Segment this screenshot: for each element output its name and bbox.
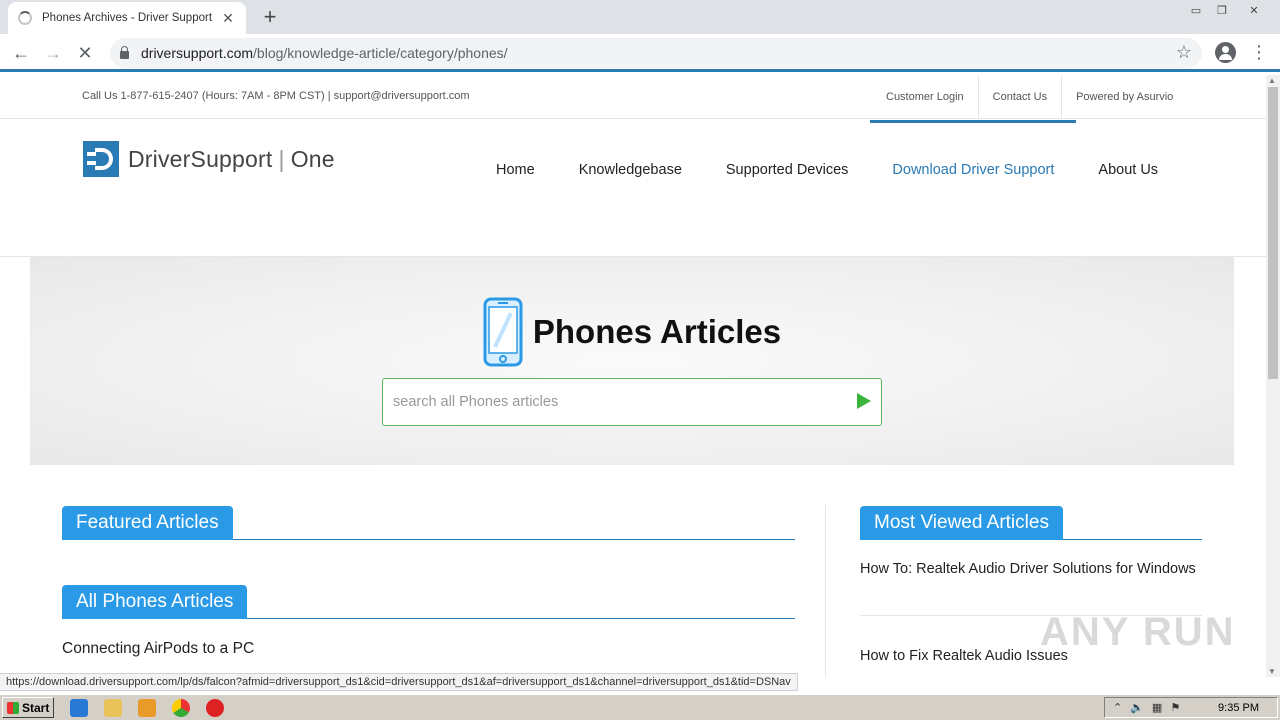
back-button[interactable]: ← <box>8 40 34 66</box>
tab-close-icon[interactable]: ✕ <box>220 10 236 27</box>
media-player-icon[interactable] <box>138 699 156 717</box>
profile-avatar-icon[interactable] <box>1215 42 1236 63</box>
site-header: DriverSupport | One Home Knowledgebase Sup… <box>0 120 1266 257</box>
nav-home[interactable]: Home <box>474 120 557 220</box>
web-page: Call Us 1-877-615-2407 (Hours: 7AM - 8PM… <box>0 75 1266 677</box>
system-tray: ⌃ 🔈 ▦ ⚑ 9:35 PM <box>1104 697 1278 718</box>
featured-articles-heading: Featured Articles <box>62 506 233 540</box>
scroll-down-icon[interactable]: ▼ <box>1268 667 1276 676</box>
main-nav: Home Knowledgebase Supported Devices Dow… <box>474 120 1180 220</box>
all-articles-section: All Phones Articles <box>62 585 795 619</box>
search-input[interactable] <box>383 379 833 425</box>
nav-supported-devices[interactable]: Supported Devices <box>704 120 871 220</box>
volume-icon[interactable]: 🔈 <box>1130 701 1144 714</box>
driversupport-logo-icon <box>83 141 119 177</box>
clock[interactable]: 9:35 PM <box>1218 702 1259 714</box>
featured-articles-section: Featured Articles <box>62 506 795 540</box>
forward-button[interactable]: → <box>40 40 66 66</box>
status-bar-url: https://download.driversupport.com/lp/ds… <box>0 673 798 691</box>
minimize-button[interactable]: ▭ <box>1182 0 1210 20</box>
window-close-button[interactable]: ✕ <box>1240 0 1268 20</box>
all-articles-heading: All Phones Articles <box>62 585 248 619</box>
stop-loading-button[interactable]: ✕ <box>72 40 98 66</box>
lock-icon <box>120 45 129 59</box>
customer-login-link[interactable]: Customer Login <box>872 75 979 119</box>
taskbar: Start ⌃ 🔈 ▦ ⚑ 9:35 PM <box>0 694 1280 720</box>
smartphone-icon <box>483 297 523 367</box>
utility-bar: Call Us 1-877-615-2407 (Hours: 7AM - 8PM… <box>0 75 1266 119</box>
page-scrollbar[interactable]: ▲ ▼ <box>1266 75 1280 677</box>
tray-expand-icon[interactable]: ⌃ <box>1113 701 1122 714</box>
most-viewed-item[interactable]: How To: Realtek Audio Driver Solutions f… <box>860 557 1202 581</box>
article-search <box>382 378 882 426</box>
article-link[interactable]: Connecting AirPods to a PC <box>62 640 254 658</box>
action-center-flag-icon[interactable]: ⚑ <box>1170 701 1180 714</box>
powered-by-link[interactable]: Powered by Asurvio <box>1062 75 1187 119</box>
network-icon[interactable]: ▦ <box>1152 701 1162 714</box>
hero-heading: Phones Articles <box>30 297 1234 367</box>
utility-links: Customer Login Contact Us Powered by Asu… <box>872 75 1187 119</box>
start-button[interactable]: Start <box>2 697 54 718</box>
anyrun-watermark: ANY RUN <box>1040 610 1236 654</box>
scroll-up-icon[interactable]: ▲ <box>1268 76 1276 85</box>
search-submit-arrow-icon[interactable] <box>857 393 871 409</box>
windows-logo-icon <box>7 701 19 714</box>
most-viewed-heading: Most Viewed Articles <box>860 506 1063 540</box>
nav-knowledgebase[interactable]: Knowledgebase <box>557 120 704 220</box>
opera-icon[interactable] <box>206 699 224 717</box>
category-hero: Phones Articles <box>30 257 1234 465</box>
logo-wordmark: DriverSupport | One <box>128 145 335 172</box>
internet-explorer-icon[interactable] <box>70 699 88 717</box>
url-text: driversupport.com/blog/knowledge-article… <box>141 45 508 61</box>
restore-button[interactable]: ❐ <box>1208 0 1236 20</box>
tab-strip: Phones Archives - Driver Support ✕ + ▭ ❐… <box>0 0 1280 34</box>
file-explorer-icon[interactable] <box>104 699 122 717</box>
bookmark-star-icon[interactable]: ☆ <box>1176 42 1192 63</box>
site-logo[interactable]: DriverSupport | One <box>83 141 335 177</box>
column-divider <box>825 505 826 677</box>
page-title: Phones Articles <box>532 313 782 350</box>
tab-title: Phones Archives - Driver Support <box>42 12 213 24</box>
chrome-icon[interactable] <box>172 699 190 717</box>
new-tab-button[interactable]: + <box>258 4 282 30</box>
address-bar[interactable]: driversupport.com/blog/knowledge-article… <box>110 38 1202 68</box>
scrollbar-thumb[interactable] <box>1268 87 1278 379</box>
browser-menu-icon[interactable]: ⋮ <box>1250 41 1268 63</box>
most-viewed-section: Most Viewed Articles <box>860 506 1202 540</box>
contact-us-link[interactable]: Contact Us <box>979 75 1063 119</box>
nav-about-us[interactable]: About Us <box>1076 120 1180 220</box>
browser-tab[interactable]: Phones Archives - Driver Support ✕ <box>8 2 246 34</box>
contact-info: Call Us 1-877-615-2407 (Hours: 7AM - 8PM… <box>82 90 470 102</box>
loading-spinner-icon <box>18 11 32 25</box>
nav-download-driver-support[interactable]: Download Driver Support <box>870 120 1077 220</box>
browser-toolbar: ← → ✕ driversupport.com/blog/knowledge-a… <box>0 34 1280 72</box>
